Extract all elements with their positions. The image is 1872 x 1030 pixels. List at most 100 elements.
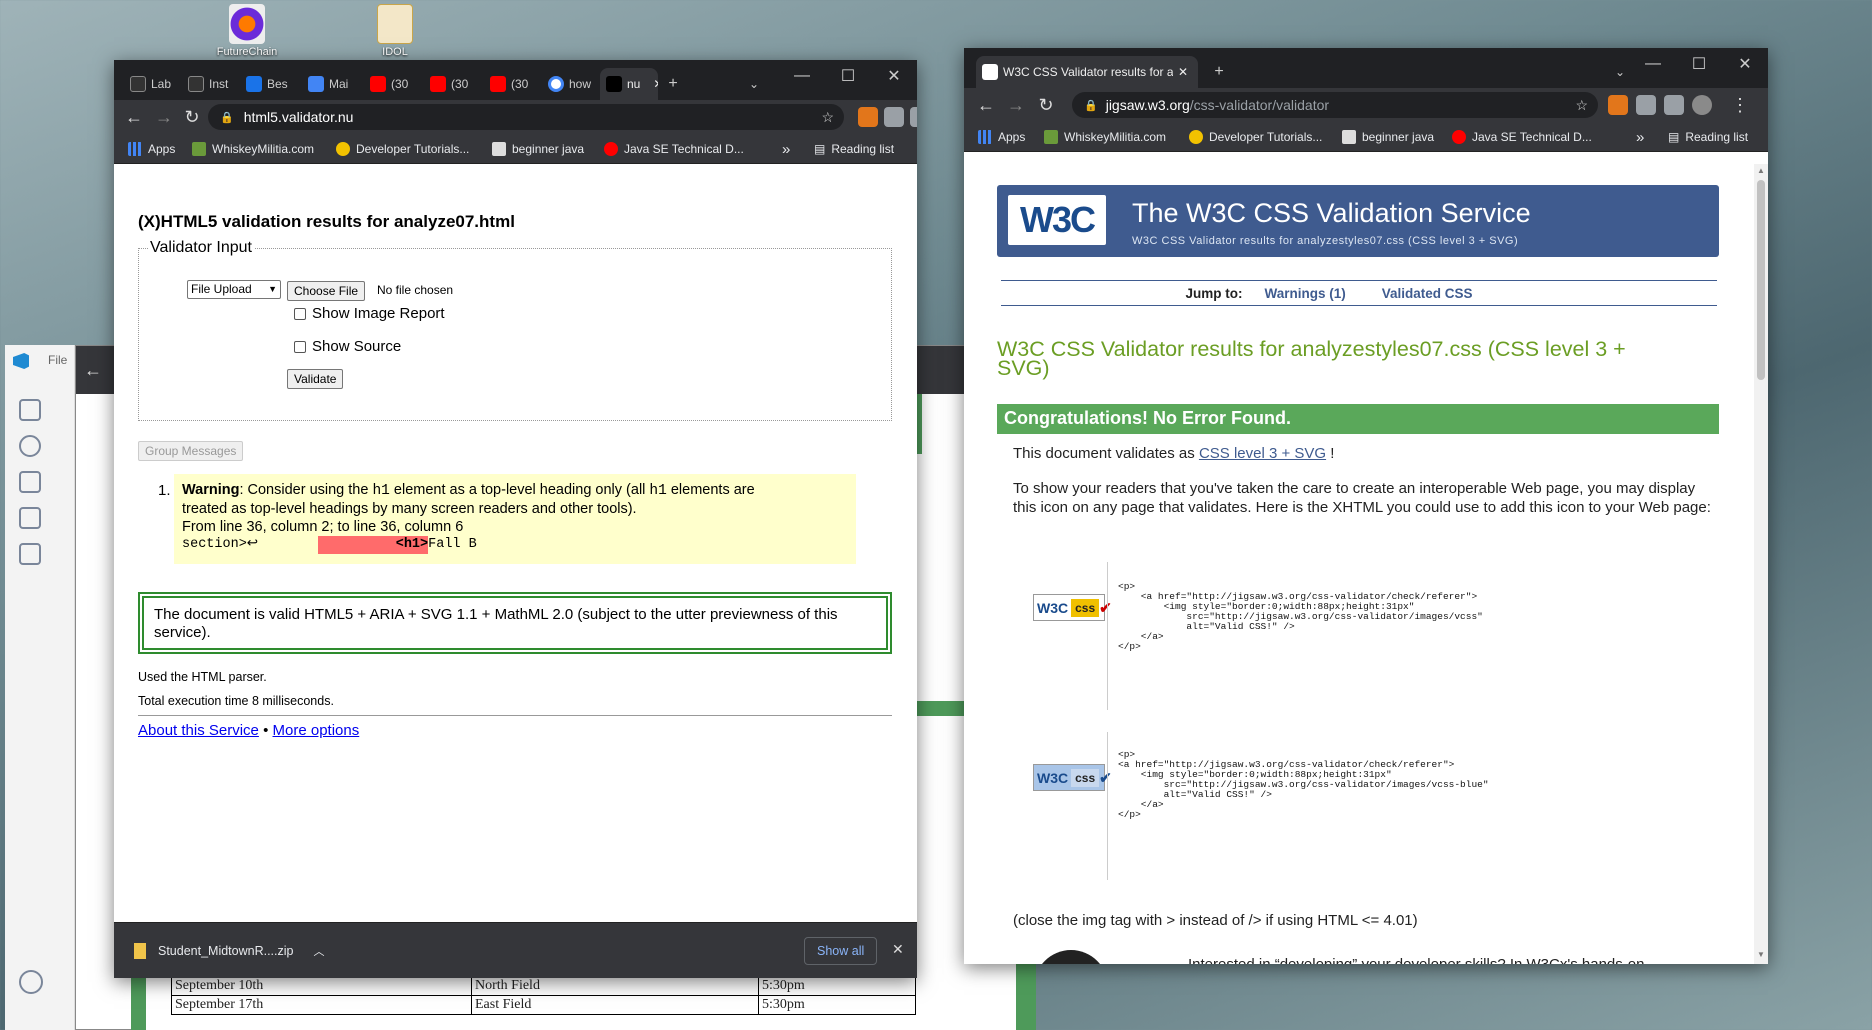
chrome-menu-icon[interactable]: ⋮ [1728,94,1752,116]
run-debug-icon[interactable] [19,507,41,529]
back-icon[interactable]: ← [84,360,102,381]
close-tab-icon[interactable]: ✕ [1178,65,1188,79]
warning-label: Warning [182,482,240,498]
profile-avatar[interactable] [1692,95,1712,115]
bookmark-developer-tutorials[interactable]: Developer Tutorials... [1189,127,1322,147]
minimize-button[interactable]: — [1630,48,1676,80]
chevron-down-icon: ▼ [268,284,277,294]
bookmark-developer-tutorials[interactable]: Developer Tutorials... [336,139,469,159]
bookmark-apps[interactable]: Apps [978,127,1025,147]
bookmark-whiskeymilitia[interactable]: WhiskeyMilitia.com [192,139,314,159]
bookmark-java-se[interactable]: Java SE Technical D... [604,139,744,159]
metamask-extension-icon[interactable] [1608,95,1628,115]
back-button[interactable]: ← [122,106,146,128]
tab-google[interactable]: how [542,68,597,100]
valid-css-blue-badge[interactable]: W3C css ✔ [1033,764,1112,791]
reading-list-button[interactable]: ▤ Reading list [814,139,894,159]
reload-button[interactable]: ↻ [180,106,204,128]
bookmark-beginner-java[interactable]: beginner java [1342,127,1434,147]
vscode-menu-file[interactable]: File [48,353,67,367]
tab-lab[interactable]: Lab [124,68,174,100]
youtube-icon [370,76,386,92]
address-toolbar: ← → ↻ 🔒 html5.validator.nu ☆ [114,100,917,134]
bookmark-star-icon[interactable]: ☆ [1575,97,1588,114]
show-image-report-checkbox[interactable] [294,308,306,320]
tab-youtube-3[interactable]: (30 [484,68,539,100]
address-bar[interactable]: 🔒 html5.validator.nu ☆ [208,104,844,130]
explorer-icon[interactable] [19,399,41,421]
more-options-link[interactable]: More options [273,722,360,739]
desktop-icon-idol[interactable]: IDOL [360,4,430,58]
reading-queue-icon[interactable] [1664,95,1684,115]
bookmarks-bar: Apps WhiskeyMilitia.com Developer Tutori… [114,134,917,164]
account-icon[interactable] [19,970,43,994]
choose-file-button[interactable]: Choose File [287,281,366,301]
badge-code-snippet: <p> <a href="http://jigsaw.w3.org/css-va… [1118,581,1483,652]
results-heading: W3C CSS Validator results for analyzesty… [997,337,1626,380]
minimize-button[interactable]: — [779,60,825,92]
google-icon [548,76,564,92]
tab-youtube-2[interactable]: (30 [424,68,479,100]
whiskeymilitia-icon [1044,130,1058,144]
about-service-link[interactable]: About this Service [138,722,259,739]
extensions-icon[interactable] [19,543,41,565]
back-button[interactable]: ← [974,94,998,116]
valid-css-badge[interactable]: W3C css ✔ [1033,594,1112,621]
w3c-logo[interactable]: W3C [1008,195,1106,245]
mode-select[interactable]: File Upload ▼ [187,280,281,299]
tab-w3c-css-validator[interactable]: W3C CSS Validator results for ana ✕ [976,56,1198,88]
metamask-extension-icon[interactable] [858,107,878,127]
close-window-button[interactable]: ✕ [1722,48,1768,80]
forward-button[interactable]: → [1004,94,1028,116]
tab-nu[interactable]: nu✕ [600,68,658,100]
jump-validated-css-link[interactable]: Validated CSS [1382,286,1473,301]
tab-bes[interactable]: Bes [240,68,295,100]
tab-mai[interactable]: Mai [302,68,357,100]
bookmark-star-icon[interactable]: ☆ [821,109,834,126]
scroll-down-icon[interactable]: ▼ [1757,950,1765,959]
desktop-icon-futurechain[interactable]: FutureChain [212,4,282,58]
maximize-button[interactable]: ☐ [825,60,871,92]
zip-file-icon [134,943,146,959]
bookmarks-overflow[interactable]: » [782,139,790,159]
bookmark-java-se[interactable]: Java SE Technical D... [1452,127,1592,147]
maximize-button[interactable]: ☐ [1676,48,1722,80]
reading-queue-icon[interactable] [910,107,917,127]
css-level-link[interactable]: CSS level 3 + SVG [1199,445,1326,462]
close-window-button[interactable]: ✕ [871,60,917,92]
extensions-puzzle-icon[interactable] [1636,95,1656,115]
extensions-puzzle-icon[interactable] [884,107,904,127]
tab-inst[interactable]: Inst [182,68,232,100]
validate-button[interactable]: Validate [287,369,344,389]
tab-search-icon[interactable]: ⌄ [739,68,769,100]
source-control-icon[interactable] [19,471,41,493]
new-tab-button[interactable]: + [1204,56,1234,88]
bookmark-whiskeymilitia[interactable]: WhiskeyMilitia.com [1044,127,1166,147]
show-readers-text: To show your readers that you've taken t… [1013,480,1711,516]
reload-button[interactable]: ↻ [1034,94,1058,116]
address-bar[interactable]: 🔒 jigsaw.w3.org/css-validator/validator … [1072,92,1598,118]
youtube-icon [490,76,506,92]
search-icon[interactable] [19,435,41,457]
show-all-button[interactable]: Show all [804,937,878,965]
forward-button[interactable]: → [152,106,176,128]
schedule-table: September 10th North Field 5:30pm Septembe… [171,976,916,1015]
new-tab-button[interactable]: + [658,68,688,100]
jump-warnings-link[interactable]: Warnings (1) [1264,286,1345,301]
bookmarks-overflow[interactable]: » [1636,127,1644,147]
nu-icon [606,76,622,92]
close-download-bar-icon[interactable]: ✕ [892,941,904,958]
scroll-up-icon[interactable]: ▲ [1757,166,1765,175]
show-source-checkbox[interactable] [294,341,306,353]
tab-youtube-1[interactable]: (30 [364,68,419,100]
interested-text: Interested in “developing” your develope… [1188,956,1644,964]
bookmark-apps[interactable]: Apps [128,139,175,159]
scrollbar-thumb[interactable] [1757,180,1765,380]
developer-tutorials-icon [336,142,350,156]
reading-list-button[interactable]: ▤ Reading list [1668,127,1748,147]
chevron-up-icon[interactable]: ︿ [314,943,325,959]
vertical-scrollbar[interactable]: ▲ ▼ [1754,164,1768,964]
group-messages-button[interactable]: Group Messages [138,441,244,461]
bookmark-beginner-java[interactable]: beginner java [492,139,584,159]
download-item[interactable]: Student_MidtownR....zip ︿ [122,931,332,971]
